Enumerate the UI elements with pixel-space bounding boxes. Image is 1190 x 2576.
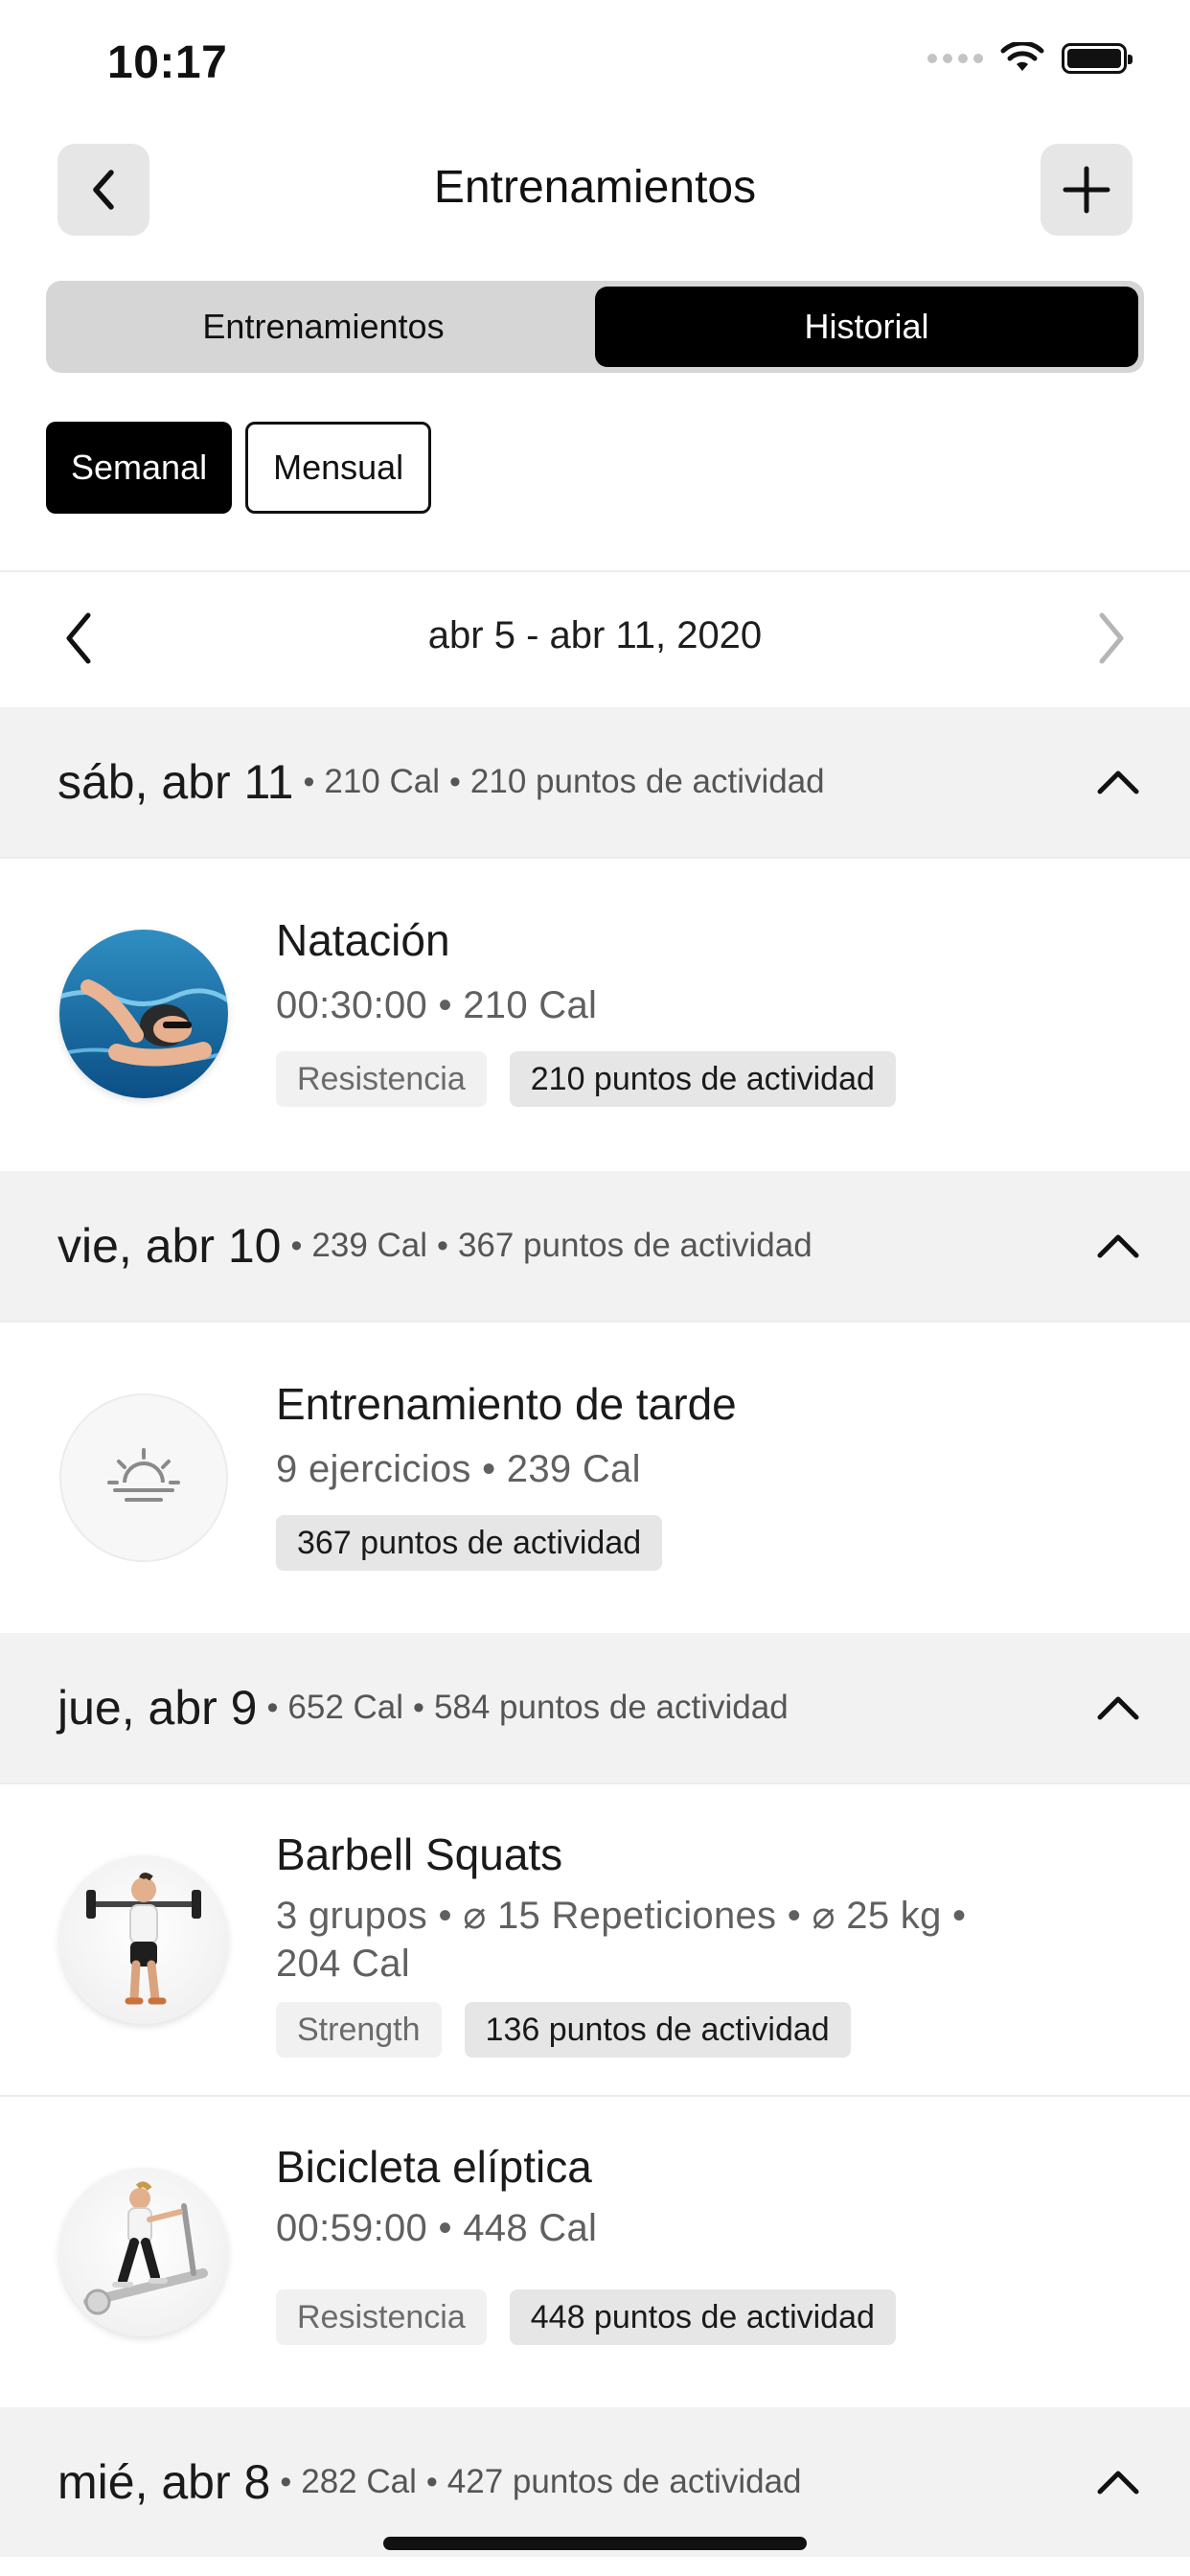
battery-icon bbox=[1062, 43, 1133, 74]
day-date: sáb, abr 11 bbox=[57, 755, 294, 809]
workout-tags: Strength 136 puntos de actividad bbox=[276, 2002, 851, 2058]
day-points: 584 puntos de actividad bbox=[433, 1689, 789, 1726]
day-points: 367 puntos de actividad bbox=[457, 1227, 812, 1264]
workout-entry[interactable]: Bicicleta elíptica 00:59:00 • 448 Cal Re… bbox=[0, 2097, 1190, 2407]
elliptical-figure bbox=[59, 2168, 228, 2336]
workout-entry[interactable]: Entrenamiento de tarde 9 ejercicios • 23… bbox=[0, 1322, 1190, 1633]
workout-meta: 9 ejercicios • 239 Cal bbox=[276, 1448, 641, 1490]
divider bbox=[0, 570, 1190, 572]
day-points: 427 puntos de actividad bbox=[446, 2463, 802, 2500]
sunset-icon bbox=[59, 1393, 228, 1562]
period-filter: Semanal Mensual bbox=[46, 422, 432, 514]
workout-meta-line2: 204 Cal bbox=[276, 1943, 410, 1985]
cellular-signal-icon bbox=[927, 54, 983, 63]
wifi-icon bbox=[1000, 42, 1044, 71]
chevron-right-icon bbox=[1099, 612, 1124, 664]
workout-meta-line1: 3 grupos • ⌀ 15 Repeticiones • ⌀ 25 kg • bbox=[276, 1895, 967, 1937]
points-tag: 367 puntos de actividad bbox=[276, 1515, 663, 1571]
workout-title: Entrenamiento de tarde bbox=[276, 1379, 737, 1429]
swimmer-photo bbox=[59, 930, 228, 1098]
day-header[interactable]: sáb, abr 11 • 210 Cal • 210 puntos de ac… bbox=[0, 707, 1190, 857]
day-date: vie, abr 10 bbox=[57, 1219, 282, 1273]
workout-tags: Resistencia 448 puntos de actividad bbox=[276, 2289, 896, 2345]
day-header[interactable]: jue, abr 9 • 652 Cal • 584 puntos de act… bbox=[0, 1633, 1190, 1782]
day-header[interactable]: mié, abr 8 • 282 Cal • 427 puntos de act… bbox=[0, 2407, 1190, 2557]
points-tag: 210 puntos de actividad bbox=[509, 1051, 896, 1107]
day-calories: 282 Cal bbox=[301, 2463, 417, 2500]
workout-meta: 00:30:00 • 210 Cal bbox=[276, 984, 598, 1026]
day-header[interactable]: vie, abr 10 • 239 Cal • 367 puntos de ac… bbox=[0, 1171, 1190, 1321]
day-date: mié, abr 8 bbox=[57, 2455, 271, 2509]
category-tag: Resistencia bbox=[276, 1051, 487, 1107]
workout-entry[interactable]: Natación 00:30:00 • 210 Cal Resistencia … bbox=[0, 859, 1190, 1171]
home-indicator[interactable] bbox=[383, 2537, 807, 2550]
workout-title: Natación bbox=[276, 915, 450, 965]
weekly-chip[interactable]: Semanal bbox=[46, 422, 233, 514]
workout-title: Bicicleta elíptica bbox=[276, 2142, 592, 2192]
monthly-chip[interactable]: Mensual bbox=[245, 422, 432, 514]
workout-entry[interactable]: Barbell Squats 3 grupos • ⌀ 15 Repeticio… bbox=[0, 1784, 1190, 2095]
category-tag: Strength bbox=[276, 2002, 442, 2058]
workout-tags: 367 puntos de actividad bbox=[276, 1515, 663, 1571]
day-calories: 239 Cal bbox=[311, 1227, 428, 1264]
date-range-label: abr 5 - abr 11, 2020 bbox=[427, 614, 763, 656]
chevron-up-icon[interactable] bbox=[1094, 1221, 1142, 1269]
chevron-up-icon[interactable] bbox=[1094, 2457, 1142, 2505]
points-tag: 136 puntos de actividad bbox=[464, 2002, 851, 2058]
tab-historial[interactable]: Historial bbox=[595, 287, 1138, 367]
workout-tags: Resistencia 210 puntos de actividad bbox=[276, 1051, 896, 1107]
next-week-button[interactable] bbox=[1092, 610, 1131, 672]
status-time: 10:17 bbox=[107, 37, 228, 88]
points-tag: 448 puntos de actividad bbox=[509, 2289, 896, 2345]
plus-icon bbox=[1063, 166, 1110, 214]
day-calories: 652 Cal bbox=[287, 1689, 404, 1726]
barbell-squat-figure bbox=[59, 1855, 228, 2024]
view-segmented-control: Entrenamientos Historial bbox=[46, 281, 1144, 373]
status-indicators bbox=[927, 42, 1133, 75]
category-tag: Resistencia bbox=[276, 2289, 487, 2345]
day-points: 210 puntos de actividad bbox=[469, 763, 825, 800]
add-workout-button[interactable] bbox=[1041, 144, 1133, 236]
chevron-up-icon[interactable] bbox=[1094, 1683, 1142, 1731]
page-title: Entrenamientos bbox=[433, 162, 757, 213]
workout-meta: 00:59:00 • 448 Cal bbox=[276, 2207, 598, 2249]
day-calories: 210 Cal bbox=[324, 763, 441, 800]
workout-title: Barbell Squats bbox=[276, 1829, 563, 1879]
tab-entrenamientos[interactable]: Entrenamientos bbox=[52, 287, 595, 367]
day-date: jue, abr 9 bbox=[57, 1681, 258, 1735]
chevron-up-icon[interactable] bbox=[1094, 757, 1142, 805]
